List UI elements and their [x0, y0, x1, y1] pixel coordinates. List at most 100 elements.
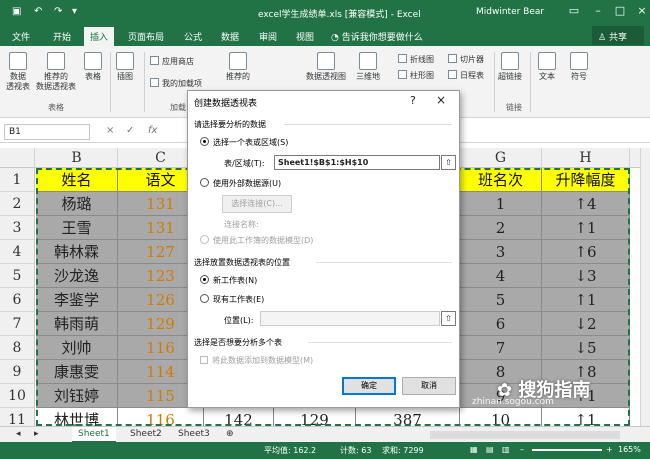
sheet-tab-sheet1[interactable]: Sheet1	[72, 427, 116, 443]
zoom-level[interactable]: 165%	[618, 445, 641, 454]
line-sparkline-button[interactable]: 折线图	[398, 54, 434, 65]
cell-score[interactable]: 116	[118, 408, 204, 426]
row-header[interactable]: 9	[0, 360, 35, 384]
tab-review[interactable]: 审阅	[259, 30, 277, 43]
select-all-corner[interactable]	[0, 148, 35, 168]
cell-rank[interactable]: 10	[460, 408, 542, 426]
cancel-button[interactable]: 取消	[402, 377, 456, 395]
cell-rank[interactable]: 7	[460, 336, 542, 360]
add-to-data-model-checkbox[interactable]: 将此数据添加到数据模型(M)	[200, 355, 313, 366]
pivot-chart-button[interactable]: 数据透视图	[306, 52, 346, 82]
zoom-out-icon[interactable]: –	[520, 445, 524, 454]
header-cell-class-rank[interactable]: 班名次	[460, 168, 542, 192]
cell-change[interactable]: ↓3	[542, 264, 630, 288]
app-store-button[interactable]: 应用商店	[150, 56, 194, 67]
page-layout-view-icon[interactable]: ▤	[486, 445, 494, 454]
sheet-tab-sheet2[interactable]: Sheet2	[124, 427, 168, 443]
new-sheet-icon[interactable]: ⊕	[220, 427, 240, 443]
hyperlink-button[interactable]: 超链接	[498, 52, 522, 82]
vertical-scrollbar[interactable]	[640, 148, 650, 426]
timeline-button[interactable]: 日程表	[448, 70, 484, 81]
range-input[interactable]: Sheet1!$B$1:$H$10	[274, 155, 440, 170]
cell-name[interactable]: 沙龙逸	[36, 264, 118, 288]
next-sheet-icon[interactable]: ▸	[28, 427, 45, 443]
cell-name[interactable]: 李鉴学	[36, 288, 118, 312]
customize-qat-icon[interactable]: ▾	[72, 6, 77, 17]
cell-change[interactable]: ↑1	[542, 288, 630, 312]
cell-name[interactable]: 刘帅	[36, 336, 118, 360]
help-icon[interactable]: ?	[410, 94, 416, 107]
cell-name[interactable]: 韩林霖	[36, 240, 118, 264]
radio-select-range[interactable]: 选择一个表或区域(S)	[200, 137, 288, 148]
tell-me-box[interactable]: ◔ 告诉我你想要做什么	[331, 30, 423, 43]
column-header-h[interactable]: H	[542, 148, 630, 168]
cell-change[interactable]: ↑1	[542, 216, 630, 240]
radio-external-source[interactable]: 使用外部数据源(U)	[200, 178, 281, 189]
name-box[interactable]: B1	[4, 124, 90, 140]
undo-icon[interactable]: ↶	[34, 6, 42, 17]
header-cell-name[interactable]: 姓名	[36, 168, 118, 192]
cell-rank[interactable]: 2	[460, 216, 542, 240]
redo-icon[interactable]: ↷	[54, 6, 62, 17]
radio-existing-worksheet[interactable]: 现有工作表(E)	[200, 294, 264, 305]
row-header[interactable]: 6	[0, 288, 35, 312]
prev-sheet-icon[interactable]: ◂	[10, 427, 27, 443]
3d-map-button[interactable]: 三维地	[356, 52, 380, 82]
column-sparkline-button[interactable]: 柱形图	[398, 70, 434, 81]
cell-total[interactable]: 387	[356, 408, 460, 426]
close-window-icon[interactable]: ×	[628, 4, 650, 22]
choose-connection-button[interactable]: 选择连接(C)...	[222, 195, 292, 213]
collapse-location-button[interactable]: ⇧	[441, 311, 456, 326]
cell-english[interactable]: 129	[274, 408, 356, 426]
recommended-pivot-button[interactable]: 推荐的 数据透视表	[36, 52, 76, 92]
symbol-button[interactable]: 符号	[570, 52, 588, 82]
tab-formulas[interactable]: 公式	[184, 30, 202, 43]
cell-change[interactable]: ↑6	[542, 240, 630, 264]
table-button[interactable]: 表格	[84, 52, 102, 82]
cell-name[interactable]: 刘钰婷	[36, 384, 118, 408]
cell-name[interactable]: 杨璐	[36, 192, 118, 216]
row-header[interactable]: 7	[0, 312, 35, 336]
row-header[interactable]: 1	[0, 168, 35, 192]
insert-function-icon[interactable]: fx	[148, 125, 157, 136]
radio-new-worksheet[interactable]: 新工作表(N)	[200, 275, 257, 286]
cell-change[interactable]: ↑4	[542, 192, 630, 216]
tab-page-layout[interactable]: 页面布局	[128, 30, 164, 43]
tab-data[interactable]: 数据	[221, 30, 239, 43]
cell-rank[interactable]: 6	[460, 312, 542, 336]
row-header[interactable]: 8	[0, 336, 35, 360]
cell-name[interactable]: 林世博	[36, 408, 118, 426]
tab-file[interactable]: 文件	[12, 30, 30, 43]
confirm-entry-icon[interactable]: ✓	[126, 125, 134, 136]
recommended-charts-button[interactable]: 推荐的	[226, 52, 250, 82]
ok-button[interactable]: 确定	[342, 377, 396, 395]
collapse-range-button[interactable]: ⇧	[441, 155, 456, 170]
normal-view-icon[interactable]: ▦	[470, 445, 478, 454]
row-header[interactable]: 10	[0, 384, 35, 408]
pivot-table-button[interactable]: 数据 透视表	[6, 52, 30, 92]
cell-rank[interactable]: 5	[460, 288, 542, 312]
row-header[interactable]: 11	[0, 408, 35, 426]
cell-change[interactable]: ↑1	[542, 408, 630, 426]
tab-insert[interactable]: 插入	[84, 27, 115, 46]
cell-name[interactable]: 王雪	[36, 216, 118, 240]
row-header[interactable]: 4	[0, 240, 35, 264]
cell-change[interactable]: ↓5	[542, 336, 630, 360]
cell-math[interactable]: 142	[204, 408, 274, 426]
illustrations-button[interactable]: 插图	[116, 52, 134, 82]
row-header[interactable]: 2	[0, 192, 35, 216]
cell-change[interactable]: ↓2	[542, 312, 630, 336]
slicer-button[interactable]: 切片器	[448, 54, 484, 65]
cancel-entry-icon[interactable]: ×	[106, 125, 114, 136]
tab-home[interactable]: 开始	[53, 30, 71, 43]
column-header-g[interactable]: G	[460, 148, 542, 168]
location-input[interactable]	[260, 311, 440, 326]
radio-data-model[interactable]: 使用此工作簿的数据模型(D)	[200, 235, 313, 246]
cell-rank[interactable]: 4	[460, 264, 542, 288]
column-header-b[interactable]: B	[36, 148, 118, 168]
close-icon[interactable]: ×	[436, 93, 446, 107]
share-button[interactable]: ♙ 共享	[592, 26, 644, 45]
my-addins-button[interactable]: 我的加载项	[150, 78, 202, 89]
page-break-view-icon[interactable]: ▥	[502, 445, 510, 454]
cell-rank[interactable]: 1	[460, 192, 542, 216]
